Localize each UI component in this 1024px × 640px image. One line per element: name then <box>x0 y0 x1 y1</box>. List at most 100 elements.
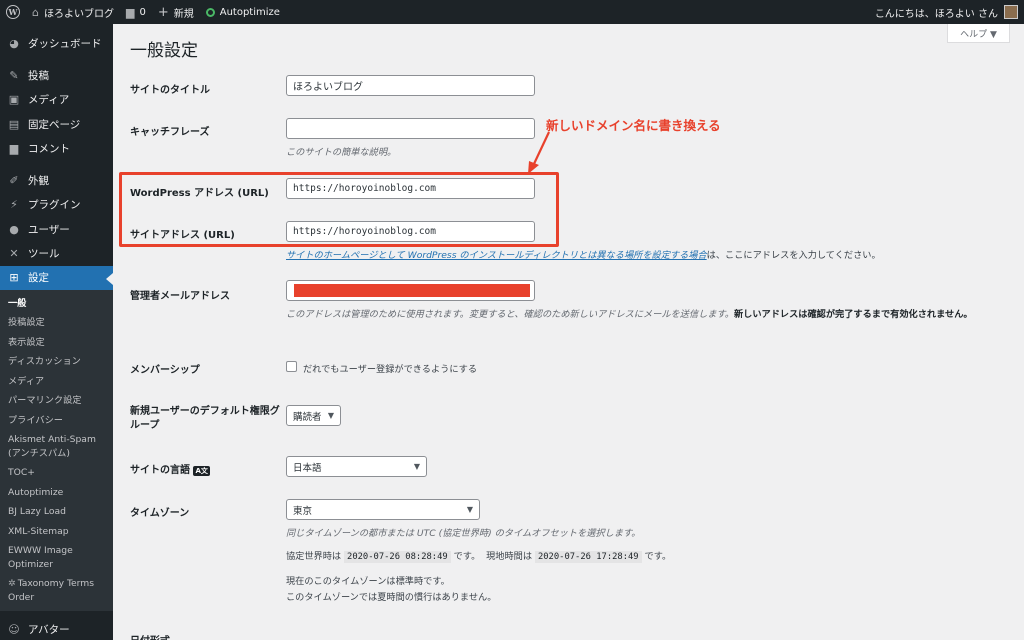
submenu-ewww[interactable]: EWWW Image Optimizer <box>0 541 113 574</box>
site-language-select[interactable]: 日本語 ▼ <box>286 456 427 477</box>
default-role-select[interactable]: 購読者 ▼ <box>286 405 341 426</box>
status-circle-icon <box>205 7 215 17</box>
sidebar-item-label: ダッシュボード <box>28 37 102 50</box>
comments-link[interactable]: ▆ 0 <box>120 0 152 24</box>
comments-count: 0 <box>139 6 146 18</box>
annotation-arrow-icon <box>528 131 550 174</box>
sidebar-item-label: 外観 <box>28 175 49 188</box>
tagline-input[interactable] <box>286 118 535 139</box>
submenu-media[interactable]: メディア <box>0 372 113 392</box>
date-format-label: 日付形式 <box>130 632 170 640</box>
default-role-value: 購読者 <box>293 411 322 423</box>
standard-time-note: 現在のこのタイムゾーンは標準時です。 <box>286 576 450 587</box>
membership-checkbox-label[interactable]: だれでもユーザー登録ができるようにする <box>303 361 477 375</box>
pin-icon: ✎ <box>9 68 19 82</box>
submenu-discussion[interactable]: ディスカッション <box>0 352 113 372</box>
sidebar-item-pages[interactable]: ▤ 固定ページ <box>0 112 113 136</box>
sidebar-item-tools[interactable]: ✕ ツール <box>0 241 113 265</box>
site-language-value: 日本語 <box>293 462 322 474</box>
admin-email-label: 管理者メールアドレス <box>130 291 230 302</box>
sidebar-item-label: 投稿 <box>28 69 49 82</box>
sidebar-item-label: 設定 <box>28 272 49 285</box>
sidebar-item-users[interactable]: ● ユーザー <box>0 217 113 241</box>
sidebar-item-dashboard[interactable]: ◕ ダッシュボード <box>0 31 113 55</box>
site-address-help-link[interactable]: サイトのホームページとして WordPress のインストールディレクトリとは異… <box>286 250 707 261</box>
autoptimize-label: Autoptimize <box>219 6 280 18</box>
admin-email-desc-bold: 新しいアドレスは確認が完了するまで有効化されません。 <box>733 309 973 320</box>
greeting-text: こんにちは、ほろよい さん <box>874 8 998 20</box>
my-account-menu[interactable]: こんにちは、ほろよい さん <box>869 0 1024 24</box>
sidebar-item-label: ツール <box>28 248 60 261</box>
site-language-text: サイトの言語 <box>130 465 190 476</box>
comment-icon: ▆ <box>9 141 19 155</box>
sidebar-item-plugins[interactable]: ⚡ プラグイン <box>0 193 113 217</box>
wp-logo-menu[interactable]: W <box>0 0 26 24</box>
site-language-label: サイトの言語 A文 <box>130 461 210 476</box>
gear-icon: ✲ <box>8 578 16 590</box>
admin-bar: W ⌂ ほろよいブログ ▆ 0 + 新規 Autoptimize こんにちは、ほろよい… <box>0 0 1024 24</box>
default-role-label: 新規ユーザーのデフォルト権限グループ <box>130 406 280 431</box>
submenu-akismet[interactable]: Akismet Anti-Spam (アンチスパム) <box>0 430 113 463</box>
submenu-xml-sitemap[interactable]: XML-Sitemap <box>0 522 113 542</box>
page-icon: ▤ <box>8 117 20 131</box>
help-tab-button[interactable]: ヘルプ ▼ <box>947 24 1010 43</box>
autoptimize-menu[interactable]: Autoptimize <box>200 0 286 24</box>
sidebar-item-media[interactable]: ▣ メディア <box>0 88 113 112</box>
timezone-select[interactable]: 東京 ▼ <box>286 499 480 520</box>
comment-bubble-icon: ▆ <box>125 5 135 19</box>
submenu-privacy[interactable]: プライバシー <box>0 411 113 431</box>
avatar <box>1004 5 1018 19</box>
chevron-down-icon: ▼ <box>466 505 473 514</box>
timezone-label: タイムゾーン <box>130 508 190 519</box>
sidebar-item-label: ユーザー <box>28 223 70 236</box>
membership-checkbox[interactable] <box>286 361 297 372</box>
submenu-autoptimize[interactable]: Autoptimize <box>0 483 113 503</box>
settings-icon: ⊞ <box>9 271 19 285</box>
avatar-icon: ☺ <box>8 623 20 637</box>
dashboard-icon: ◕ <box>9 36 19 50</box>
site-title-input[interactable]: ほろよいブログ <box>286 75 535 96</box>
submenu-reading[interactable]: 表示設定 <box>0 333 113 353</box>
new-label: 新規 <box>173 8 194 20</box>
sidebar-item-posts[interactable]: ✎ 投稿 <box>0 63 113 87</box>
settings-submenu: 一般 投稿設定 表示設定 ディスカッション メディア パーマリンク設定 プライバ… <box>0 289 113 612</box>
submenu-writing[interactable]: 投稿設定 <box>0 313 113 333</box>
annotation-highlight-box <box>119 172 559 247</box>
submenu-permalink[interactable]: パーマリンク設定 <box>0 391 113 411</box>
submenu-bj-lazy-load[interactable]: BJ Lazy Load <box>0 502 113 522</box>
site-name-link[interactable]: ⌂ ほろよいブログ <box>26 0 120 24</box>
user-icon: ● <box>9 222 19 236</box>
translation-icon: A文 <box>193 466 210 476</box>
admin-email-desc-text: このアドレスは管理のために使用されます。変更すると、確認のため新しいアドレスにメ… <box>286 309 734 320</box>
annotation-text: 新しいドメイン名に書き換える <box>546 118 721 133</box>
sidebar-item-label: 固定ページ <box>28 118 81 131</box>
tagline-label: キャッチフレーズ <box>130 127 210 138</box>
submenu-toc[interactable]: TOC+ <box>0 463 113 483</box>
sidebar-item-label: アバター <box>28 624 70 637</box>
submenu-taxonomy-terms-order[interactable]: ✲ Taxonomy Terms Order <box>0 574 113 607</box>
chevron-down-icon: ▼ <box>413 462 420 471</box>
submenu-general[interactable]: 一般 <box>0 294 113 314</box>
wrench-icon: ✕ <box>9 247 19 261</box>
sidebar-item-label: コメント <box>28 142 70 155</box>
timezone-value: 東京 <box>293 505 313 517</box>
site-address-description: サイトのホームページとして WordPress のインストールディレクトリとは異… <box>286 247 881 261</box>
utc-tail: です。 <box>453 551 481 562</box>
sidebar-item-avatar[interactable]: ☺ アバター <box>0 617 113 640</box>
sidebar-item-label: メディア <box>28 94 70 107</box>
membership-label: メンバーシップ <box>130 365 200 376</box>
main-content: ヘルプ ▼ 一般設定 サイトのタイトル ほろよいブログ キャッチフレーズ このサ… <box>113 24 1024 640</box>
new-content-link[interactable]: + 新規 <box>152 0 200 24</box>
utc-label: 協定世界時は <box>286 551 342 562</box>
site-address-desc-tail: は、ここにアドレスを入力してください。 <box>706 250 881 261</box>
local-tail: です。 <box>644 551 672 562</box>
media-icon: ▣ <box>8 93 20 107</box>
dst-note: このタイムゾーンでは夏時間の慣行はありません。 <box>286 592 497 603</box>
sidebar-item-settings[interactable]: ⊞ 設定 <box>0 265 113 290</box>
home-icon: ⌂ <box>32 5 39 19</box>
local-time: 2020-07-26 17:28:49 <box>534 551 642 563</box>
sidebar-item-appearance[interactable]: ✐ 外観 <box>0 168 113 192</box>
sidebar-item-comments[interactable]: ▆ コメント <box>0 136 113 160</box>
time-readout: 協定世界時は 2020-07-26 08:28:49 です。 現地時間は 202… <box>286 548 672 563</box>
timezone-description: 同じタイムゾーンの都市または UTC (協定世界時) のタイムオフセットを選択し… <box>286 528 641 539</box>
